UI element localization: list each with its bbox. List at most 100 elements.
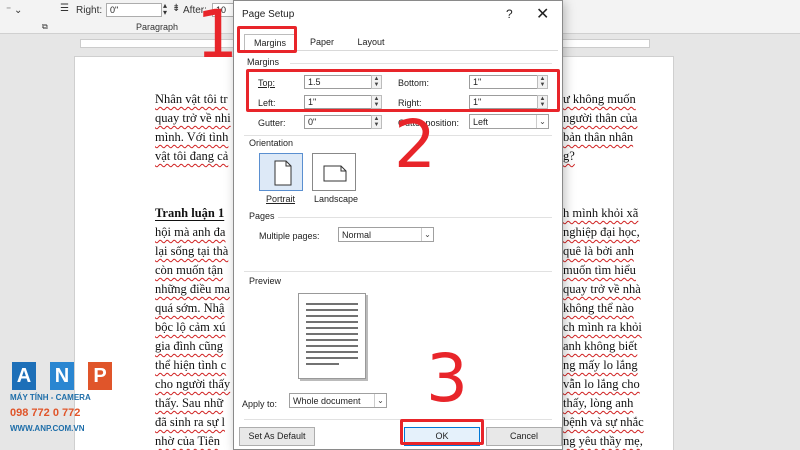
multiple-pages-select[interactable]: Normal ⌄ bbox=[338, 227, 434, 242]
anp-logo: A N P MÁY TÍNH - CAMERA 098 772 0 772 WW… bbox=[6, 362, 118, 442]
landscape-label: Landscape bbox=[314, 194, 359, 204]
gutter-position-select[interactable]: Left ⌄ bbox=[469, 114, 549, 129]
document-line: ch mình ra khỏi bbox=[563, 320, 642, 334]
document-line: còn muốn tận bbox=[155, 263, 224, 277]
tab-layout[interactable]: Layout bbox=[346, 34, 396, 51]
document-line: vẫn lo lắng cho bbox=[563, 377, 640, 391]
divider bbox=[244, 271, 552, 272]
document-line: bộc lộ cảm xú bbox=[155, 320, 226, 334]
logo-phone: 098 772 0 772 bbox=[10, 407, 81, 419]
gutter-position-value: Left bbox=[473, 117, 489, 127]
document-line: g? bbox=[563, 149, 575, 163]
indent-right-spinner-icon[interactable]: ▴ ▾ bbox=[163, 2, 167, 17]
document-line: mình. Với tình bbox=[155, 130, 229, 144]
chevron-down-icon: ⌄ bbox=[536, 115, 548, 128]
document-text-left: Nhân vật tôi tr quay trở về nhi mình. Với … bbox=[155, 90, 239, 450]
document-line bbox=[155, 185, 239, 204]
spacing-after-icon: ⇟ bbox=[172, 3, 181, 14]
highlight-ok-button bbox=[400, 419, 484, 445]
chevron-down-icon: ⌄ bbox=[374, 394, 386, 407]
document-line: những điều ma bbox=[155, 282, 230, 296]
document-line: nghiệp đại học, bbox=[563, 225, 640, 239]
document-line: hội mà anh đa bbox=[155, 225, 226, 239]
page-setup-dialog: Page Setup ? ✕ Margins Paper Layout Marg… bbox=[233, 0, 563, 450]
document-line: ng yêu thầy mẹ, bbox=[563, 434, 643, 448]
apply-to-value: Whole document bbox=[293, 396, 361, 406]
indent-right-label: Right: bbox=[76, 5, 103, 16]
document-line: quay trở về nhi bbox=[155, 111, 231, 125]
document-line: quay trở về nhà bbox=[563, 282, 641, 296]
document-line bbox=[563, 166, 663, 185]
document-line: quê là bởi anh bbox=[563, 244, 634, 258]
dialog-title: Page Setup bbox=[242, 9, 295, 20]
indent-right-input[interactable]: 0" bbox=[106, 3, 162, 17]
chevron-down-icon: ⌄ bbox=[421, 228, 433, 241]
document-line bbox=[155, 166, 239, 185]
document-line: không thể nào bbox=[563, 301, 634, 315]
logo-letter-p: P bbox=[88, 362, 112, 390]
highlight-margins-tab bbox=[237, 26, 297, 53]
preview-section-label: Preview bbox=[249, 276, 282, 286]
portrait-button[interactable] bbox=[259, 153, 303, 191]
gutter-spinner[interactable]: ▲ ▼ bbox=[371, 115, 382, 129]
multiple-pages-value: Normal bbox=[342, 230, 372, 240]
cancel-button[interactable]: Cancel bbox=[486, 427, 562, 446]
dialog-launcher-icon[interactable]: ⧉ bbox=[42, 22, 48, 32]
document-line: quá sớm. Nhậ bbox=[155, 301, 225, 315]
document-line: thấy, lòng anh bbox=[563, 396, 634, 410]
divider bbox=[278, 217, 552, 218]
landscape-page-icon bbox=[323, 165, 347, 182]
preview-page bbox=[298, 293, 366, 379]
document-text-right: ư không muốn người thân của bản thân nhân g… bbox=[563, 90, 663, 450]
logo-letter-n: N bbox=[50, 362, 74, 390]
document-line: thấy. Sau nhữ bbox=[155, 396, 224, 410]
document-line: bệnh và sự nhắc bbox=[563, 415, 644, 429]
preview-lines-icon bbox=[306, 303, 358, 365]
step-number-1: 1 bbox=[196, 0, 238, 73]
tab-paper[interactable]: Paper bbox=[300, 34, 344, 51]
document-line: anh không biết bbox=[563, 339, 638, 353]
divider bbox=[290, 63, 552, 64]
screen: { "ribbon": { "right_label": "Right:", "… bbox=[0, 0, 800, 450]
portrait-page-icon bbox=[274, 160, 292, 186]
dialog-titlebar: Page Setup ? ✕ bbox=[234, 1, 562, 29]
indent-right-icon: ☰ bbox=[60, 3, 69, 14]
document-line: ư không muốn bbox=[563, 92, 636, 106]
document-line: người thân của bbox=[563, 111, 638, 125]
document-line: đã sinh ra sự l bbox=[155, 415, 225, 429]
multiple-pages-label: Multiple pages: bbox=[259, 231, 320, 241]
document-line: h mình khỏi xã bbox=[563, 206, 639, 220]
gutter-input[interactable]: 0" bbox=[304, 115, 374, 129]
document-line: nhờ của Tiên bbox=[155, 434, 220, 448]
document-line: cho người thấy bbox=[155, 377, 231, 391]
divider bbox=[244, 419, 552, 420]
chevron-down-icon[interactable]: ⁻ ⌄ bbox=[6, 5, 22, 16]
logo-website: WWW.ANP.COM.VN bbox=[10, 424, 85, 433]
document-line: vật tôi đang cả bbox=[155, 149, 229, 163]
document-line: thể hiện tình c bbox=[155, 358, 227, 372]
close-icon[interactable]: ✕ bbox=[536, 4, 549, 24]
logo-tagline: MÁY TÍNH - CAMERA bbox=[10, 393, 91, 402]
landscape-button[interactable] bbox=[312, 153, 356, 191]
apply-to-label: Apply to: bbox=[242, 399, 278, 409]
portrait-label: Portrait bbox=[266, 194, 296, 204]
pages-section-label: Pages bbox=[249, 211, 275, 221]
step-number-2: 2 bbox=[394, 106, 436, 183]
document-line bbox=[563, 185, 663, 204]
document-line: bản thân nhân bbox=[563, 130, 634, 144]
document-line: Tranh luận 1 bbox=[155, 206, 225, 220]
document-line: gia đình cũng bbox=[155, 339, 224, 353]
step-number-3: 3 bbox=[426, 340, 468, 417]
orientation-section-label: Orientation bbox=[249, 138, 294, 148]
set-as-default-button[interactable]: Set As Default bbox=[239, 427, 315, 446]
document-line: ng mấy lo lắng bbox=[563, 358, 638, 372]
help-icon[interactable]: ? bbox=[506, 7, 513, 21]
margins-section-label: Margins bbox=[247, 57, 280, 67]
document-line: muốn tìm hiểu bbox=[563, 263, 636, 277]
document-line: Nhân vật tôi tr bbox=[155, 92, 228, 106]
apply-to-select[interactable]: Whole document ⌄ bbox=[289, 393, 387, 408]
paragraph-group-label: Paragraph bbox=[136, 22, 179, 32]
logo-letter-a: A bbox=[12, 362, 36, 390]
document-line: lại sống tại thà bbox=[155, 244, 229, 258]
gutter-label: Gutter: bbox=[258, 118, 286, 128]
